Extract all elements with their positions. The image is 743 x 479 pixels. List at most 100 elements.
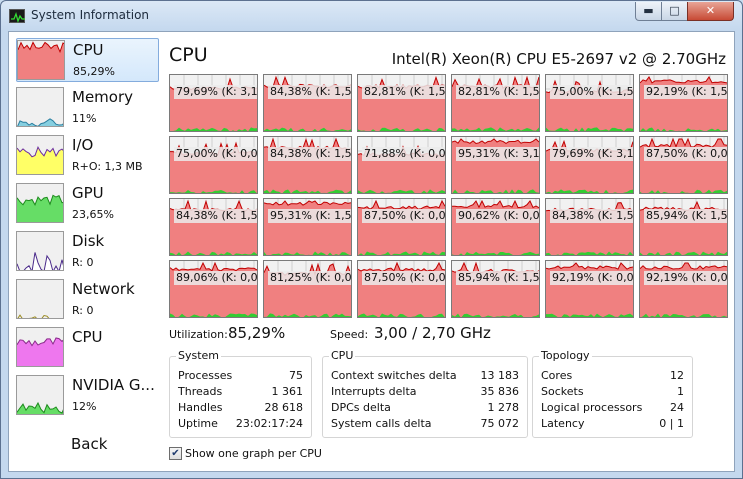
cpu-core-graph: 85,94% (K: 1,56%) — [451, 260, 540, 318]
sidebar-item-label: NVIDIA G... — [72, 376, 155, 394]
cpu-core-graph: 75,00% (K: 0,00%) — [169, 136, 258, 194]
per-cpu-graph-grid: 79,69% (K: 3,12%) 84,38% (K: 1,56%) 82,81%… — [169, 74, 731, 322]
maximize-button[interactable]: □ — [661, 2, 688, 21]
sidebar-item-label: CPU — [72, 328, 103, 346]
minimize-button[interactable]: ▬ — [635, 2, 662, 21]
topology-group: Topology Cores 12 Sockets 1 Logical processo… — [532, 349, 693, 438]
cpu-core-graph: 82,81% (K: 1,56%) — [451, 74, 540, 132]
system-stat-value: 28 618 — [264, 401, 304, 414]
cpu-core-usage-label: 81,25% (K: 0,00%) — [268, 271, 351, 285]
cpu-stat-value: 1 278 — [487, 401, 520, 414]
system-stat-value: 1 361 — [271, 385, 304, 398]
back-button[interactable]: Back — [71, 435, 107, 453]
system-stat-name: Processes — [178, 369, 233, 382]
checkmark-icon: ✔ — [171, 448, 180, 459]
cpu-model-name: Intel(R) Xeon(R) CPU E5-2697 v2 @ 2.70GH… — [391, 50, 726, 68]
client-area: CPU 85,29% Memory 11% I/O R+O: 1,3 MB GPU 23,65… — [8, 31, 735, 472]
sidebar-item-cpu[interactable]: CPU — [16, 326, 159, 370]
sidebar-item-disk[interactable]: Disk R: 0 — [16, 230, 159, 274]
cpu-core-graph: 90,62% (K: 0,00%) — [451, 198, 540, 256]
sidebar-item-value: 12% — [72, 400, 97, 413]
show-one-graph-label[interactable]: Show one graph per CPU — [185, 447, 322, 460]
cpu-core-graph: 84,38% (K: 1,56%) — [545, 198, 634, 256]
cpu-core-graph: 87,50% (K: 0,00%) — [357, 198, 446, 256]
cpu-core-usage-label: 82,81% (K: 1,56%) — [362, 85, 445, 99]
cpu-core-usage-label: 84,38% (K: 1,56%) — [268, 147, 351, 161]
sidebar-item-network[interactable]: Network R: 0 — [16, 278, 159, 322]
sidebar-thumbnail-graph — [16, 183, 64, 223]
topology-stat-value: 0 | 1 — [659, 417, 684, 430]
cpu-core-usage-label: 89,06% (K: 0,00%) — [174, 271, 257, 285]
cpu-core-usage-label: 92,19% (K: 0,00%) — [550, 271, 633, 285]
system-stat-value: 23:02:17:24 — [235, 417, 303, 430]
cpu-core-graph: 79,69% (K: 3,12%) — [169, 74, 258, 132]
sidebar-thumbnail-graph — [16, 231, 64, 271]
sidebar-item-label: CPU — [73, 41, 104, 59]
cpu-core-graph: 92,19% (K: 0,00%) — [639, 260, 728, 318]
cpu-stat-value: 13 183 — [480, 369, 520, 382]
cpu-stat-value: 75 072 — [480, 417, 520, 430]
cpu-core-graph: 92,19% (K: 0,00%) — [545, 260, 634, 318]
cpu-core-usage-label: 95,31% (K: 3,12%) — [456, 147, 539, 161]
system-group: System Processes 75 Threads 1 361 Handles 28 … — [169, 349, 312, 438]
page-title: CPU — [169, 44, 208, 66]
sidebar-item-memory[interactable]: Memory 11% — [16, 86, 159, 130]
cpu-stat-name: System calls delta — [331, 417, 432, 430]
cpu-core-usage-label: 82,81% (K: 1,56%) — [456, 85, 539, 99]
sidebar-item-label: Memory — [72, 88, 134, 106]
cpu-core-graph: 95,31% (K: 1,56%) — [263, 198, 352, 256]
sidebar-item-nvidia-g[interactable]: NVIDIA G... 12% — [16, 374, 159, 418]
sidebar-item-value: 23,65% — [72, 208, 114, 221]
sidebar-item-value: R+O: 1,3 MB — [72, 160, 143, 173]
sidebar-item-label: Network — [72, 280, 135, 298]
cpu-stat-value: 35 836 — [480, 385, 520, 398]
sidebar-thumbnail-graph — [16, 375, 64, 415]
cpu-core-graph: 81,25% (K: 0,00%) — [263, 260, 352, 318]
window-title: System Information — [31, 8, 150, 22]
cpu-core-usage-label: 95,31% (K: 1,56%) — [268, 209, 351, 223]
cpu-core-usage-label: 84,38% (K: 1,56%) — [550, 209, 633, 223]
system-stat-name: Threads — [178, 385, 223, 398]
topology-group-title: Topology — [539, 349, 592, 362]
cpu-core-usage-label: 71,88% (K: 0,00%) — [362, 147, 445, 161]
sidebar-item-label: I/O — [72, 136, 94, 154]
sidebar-item-value: 85,29% — [73, 65, 115, 78]
minimize-icon: ▬ — [643, 4, 654, 17]
cpu-core-usage-label: 90,62% (K: 0,00%) — [456, 209, 539, 223]
topology-stat-name: Logical processors — [541, 401, 643, 414]
cpu-core-graph: 89,06% (K: 0,00%) — [169, 260, 258, 318]
system-stat-name: Handles — [178, 401, 223, 414]
utilization-value: 85,29% — [228, 324, 286, 342]
sidebar-item-value: R: 0 — [72, 256, 94, 269]
cpu-core-usage-label: 84,38% (K: 1,56%) — [268, 85, 351, 99]
cpu-core-graph: 87,50% (K: 0,00%) — [357, 260, 446, 318]
cpu-core-graph: 87,50% (K: 0,00%) — [639, 136, 728, 194]
app-icon — [9, 9, 25, 24]
cpu-core-graph: 95,31% (K: 3,12%) — [451, 136, 540, 194]
cpu-group-title: CPU — [329, 349, 356, 362]
sidebar-item-label: Disk — [72, 232, 105, 250]
topology-stat-name: Sockets — [541, 385, 584, 398]
cpu-group: CPU Context switches delta 13 183 Interrup… — [322, 349, 528, 438]
topology-stat-name: Latency — [541, 417, 585, 430]
sidebar-item-cpu[interactable]: CPU 85,29% — [16, 38, 159, 82]
cpu-core-usage-label: 79,69% (K: 3,12%) — [550, 147, 633, 161]
close-button[interactable]: ✕ — [687, 2, 734, 21]
cpu-core-usage-label: 75,00% (K: 1,56%) — [550, 85, 633, 99]
sidebar-thumbnail-graph — [16, 135, 64, 175]
title-bar[interactable]: System Information ▬ □ ✕ — [1, 1, 742, 31]
topology-stat-value: 24 — [670, 401, 684, 414]
cpu-stat-name: Interrupts delta — [331, 385, 417, 398]
sidebar-item-i-o[interactable]: I/O R+O: 1,3 MB — [16, 134, 159, 178]
sidebar-item-gpu[interactable]: GPU 23,65% — [16, 182, 159, 226]
topology-stat-value: 12 — [670, 369, 684, 382]
cpu-core-graph: 79,69% (K: 3,12%) — [545, 136, 634, 194]
cpu-stat-name: DPCs delta — [331, 401, 391, 414]
cpu-core-graph: 84,38% (K: 1,56%) — [263, 74, 352, 132]
sidebar-item-value: R: 0 — [72, 304, 94, 317]
sidebar-item-label: GPU — [72, 184, 104, 202]
cpu-core-graph: 82,81% (K: 1,56%) — [357, 74, 446, 132]
cpu-core-usage-label: 75,00% (K: 0,00%) — [174, 147, 257, 161]
show-one-graph-checkbox[interactable]: ✔ — [169, 447, 182, 460]
speed-label: Speed: — [330, 328, 369, 341]
